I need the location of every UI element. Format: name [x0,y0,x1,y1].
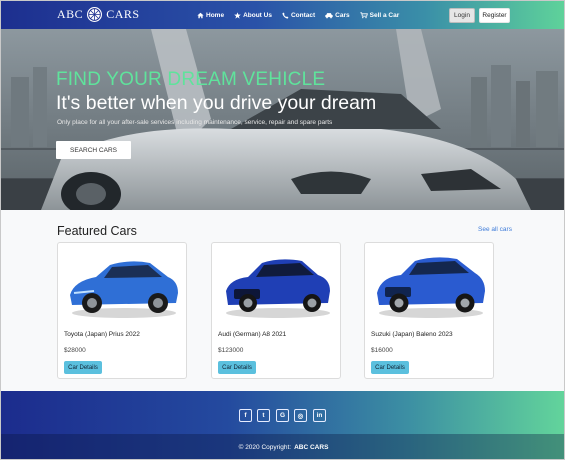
nav-contact[interactable]: Contact [282,12,315,19]
car-icon [325,12,333,18]
car-price: $28000 [64,347,86,354]
star-icon [234,11,241,19]
car-price: $123000 [218,347,244,354]
hero-subtitle: It's better when you drive your dream [56,92,377,114]
navbar: ABC CARS Home About Us Contact Cars Sell… [1,1,564,29]
nav-contact-label: Contact [290,11,316,19]
car-details-button[interactable]: Car Details [64,361,102,374]
car-photo [377,257,485,318]
nav-about-label: About Us [243,11,272,19]
nav-home-label: Home [206,11,225,19]
copyright-brand[interactable]: ABC CARS [294,444,328,451]
instagram-icon[interactable]: ◎ [294,409,307,422]
car-card: Toyota (Japan) Prius 2022 $28000 Car Det… [57,242,187,379]
car-name: Toyota (Japan) Prius 2022 [64,331,140,338]
car-photo [226,259,330,318]
search-cars-button[interactable]: SEARCH CARS [56,141,131,159]
home-icon [197,12,204,18]
car-card: Suzuki (Japan) Baleno 2023 $16000 Car De… [364,242,494,379]
footer: f t G ◎ in © 2020 Copyright: ABC CARS [1,391,564,459]
nav-sell[interactable]: Sell a Car [359,11,400,19]
car-details-button[interactable]: Car Details [218,361,256,374]
car-emblem-icon [87,7,103,22]
nav-about[interactable]: About Us [234,12,272,19]
brand-logo[interactable]: ABC CARS [57,7,140,22]
nav-links: Home About Us Contact Cars Sell a Car [197,1,399,29]
car-photo [70,261,178,318]
linkedin-icon[interactable]: in [313,409,326,422]
brand-left-text: ABC [57,7,84,21]
brand-right-text: CARS [106,7,140,21]
login-button[interactable]: Login [449,8,475,23]
section-title: Featured Cars [57,224,137,238]
phone-icon [282,12,289,19]
nav-cars[interactable]: Cars [325,11,350,19]
register-button[interactable]: Register [479,8,510,23]
see-all-cars-link[interactable]: See all cars [478,226,512,233]
car-details-button[interactable]: Car Details [371,361,409,374]
featured-cars-section: Featured Cars See all cars Toyota (Japan… [1,210,564,391]
car-name: Suzuki (Japan) Baleno 2023 [371,331,453,338]
car-price: $16000 [371,347,393,354]
hero-description: Only place for all your after-sale servi… [57,119,333,126]
nav-sell-label: Sell a Car [369,11,400,19]
copyright-bar: © 2020 Copyright: ABC CARS [1,434,564,459]
car-name: Audi (German) A8 2021 [218,331,287,338]
hero-title: FIND YOUR DREAM VEHICLE [56,69,326,90]
nav-cars-label: Cars [335,11,350,19]
twitter-icon[interactable]: t [257,409,270,422]
car-card: Audi (German) A8 2021 $123000 Car Detail… [211,242,341,379]
page: ABC CARS Home About Us Contact Cars Sell… [0,0,565,460]
copyright-text: © 2020 Copyright: [238,444,292,451]
nav-home[interactable]: Home [197,12,224,19]
hero-banner: FIND YOUR DREAM VEHICLE It's better when… [1,29,564,210]
facebook-icon[interactable]: f [239,409,252,422]
google-icon[interactable]: G [276,409,289,422]
cart-icon [359,11,368,18]
